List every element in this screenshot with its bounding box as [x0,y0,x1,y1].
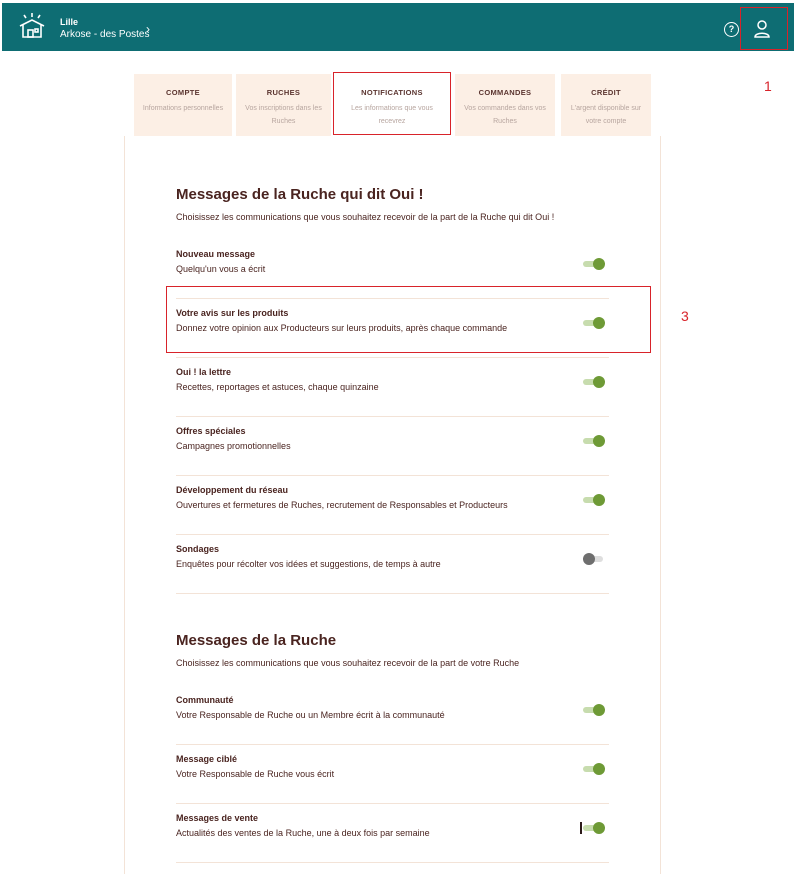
notification-description: Campagnes promotionnelles [176,441,291,451]
toggle-switch[interactable] [583,376,605,388]
notification-description: Actualités des ventes de la Ruche, une à… [176,828,430,838]
notification-title: Messages de vente [176,813,259,823]
notification-title: Offres spéciales [176,426,246,436]
tab-title: COMMANDES [478,88,532,97]
notification-description: Recettes, reportages et astuces, chaque … [176,382,379,392]
annotation-label-3: 3 [681,308,689,324]
notification-description: Ouvertures et fermetures de Ruches, recr… [176,500,508,510]
notification-title: Développement du réseau [176,485,289,495]
tab-description: Vos commandes dans vos Ruches [464,105,546,125]
section-description: Choisissez les communications que vous s… [176,658,520,668]
notification-row: Communauté Votre Responsable de Ruche ou… [176,686,609,745]
annotation-box-2 [333,72,451,135]
toggle-switch[interactable] [583,553,605,565]
tab-description: L'argent disponible sur votre compte [570,105,642,125]
notification-title: Message ciblé [176,754,238,764]
notification-description: Votre Responsable de Ruche vous écrit [176,769,335,779]
toggle-switch[interactable] [583,435,605,447]
house-logo-icon[interactable] [18,12,46,40]
notification-row: Sondages Enquêtes pour récolter vos idée… [176,535,609,594]
tab-commandes[interactable]: COMMANDES Vos commandes dans vos Ruches [455,74,555,136]
tab-description: Vos inscriptions dans les Ruches [245,105,322,125]
toggle-switch[interactable] [580,822,605,834]
notification-title: Communauté [176,695,234,705]
chevron-right-icon[interactable]: › [146,22,150,36]
notification-row: Messages de vente Actualités des ventes … [176,804,609,863]
toggle-switch[interactable] [583,494,605,506]
tab-compte[interactable]: COMPTE Informations personnelles [134,74,232,136]
notification-description: Votre Responsable de Ruche ou un Membre … [176,710,445,720]
annotation-box-1 [740,7,788,50]
notification-row: Oui ! la lettre Recettes, reportages et … [176,358,609,417]
hive-name[interactable]: Lille [60,17,78,27]
tab-title: RUCHES [266,88,301,97]
tab-description: Informations personnelles [142,105,224,112]
toggle-switch[interactable] [583,763,605,775]
notification-title: Sondages [176,544,220,554]
section-title: Messages de la Ruche [176,632,337,649]
tab-ruches[interactable]: RUCHES Vos inscriptions dans les Ruches [236,74,331,136]
annotation-box-3 [166,286,651,353]
notification-description: Enquêtes pour récolter vos idées et sugg… [176,559,441,569]
notification-description: Quelqu'un vous a écrit [176,264,266,274]
top-bar: Lille Arkose - des Postes › ? [2,3,794,51]
tab-title: COMPTE [166,88,200,97]
section-description: Choisissez les communications que vous s… [176,212,555,222]
help-circle-icon[interactable]: ? [724,22,739,37]
annotation-label-1: 1 [764,78,772,94]
section-title: Messages de la Ruche qui dit Oui ! [176,186,424,203]
tab-title: CRÉDIT [591,88,621,97]
notification-row: Offres spéciales Campagnes promotionnell… [176,417,609,476]
notification-title: Oui ! la lettre [176,367,232,377]
toggle-switch[interactable] [583,258,605,270]
toggle-switch[interactable] [583,704,605,716]
tab-credit[interactable]: CRÉDIT L'argent disponible sur votre com… [561,74,651,136]
notification-row: Message ciblé Votre Responsable de Ruche… [176,745,609,804]
notification-title: Nouveau message [176,249,256,259]
notification-row: Développement du réseau Ouvertures et fe… [176,476,609,535]
hive-subtitle[interactable]: Arkose - des Postes [60,29,149,40]
